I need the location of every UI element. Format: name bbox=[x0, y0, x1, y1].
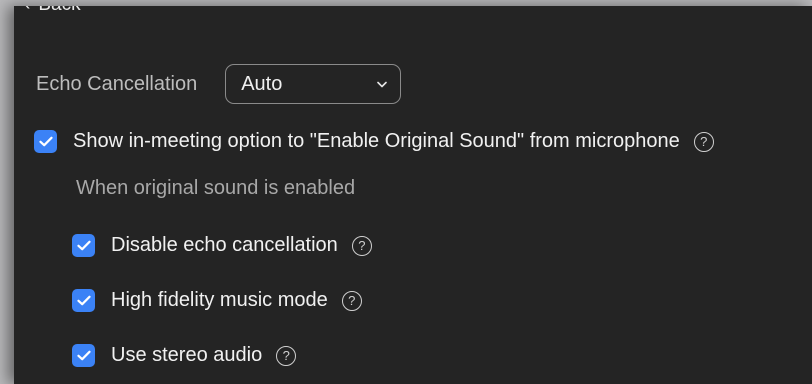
back-label: Back bbox=[38, 6, 80, 15]
checkmark-icon bbox=[76, 295, 91, 306]
disable-echo-cancellation-row: Disable echo cancellation ? bbox=[72, 234, 372, 257]
help-icon[interactable]: ? bbox=[276, 345, 297, 366]
echo-cancellation-select[interactable]: Auto bbox=[225, 64, 402, 104]
high-fidelity-music-mode-label: High fidelity music mode bbox=[111, 289, 328, 311]
original-sound-option-row: Show in-meeting option to "Enable Origin… bbox=[34, 130, 714, 153]
original-sound-checkbox[interactable] bbox=[34, 130, 57, 153]
disable-echo-cancellation-checkbox[interactable] bbox=[72, 234, 95, 257]
use-stereo-audio-checkbox[interactable] bbox=[72, 344, 95, 367]
checkmark-icon bbox=[76, 240, 91, 251]
original-sound-subheading: When original sound is enabled bbox=[76, 177, 356, 199]
checkmark-icon bbox=[38, 136, 53, 147]
audio-settings-panel: ‹ Back Echo Cancellation Auto Show in-mee… bbox=[14, 6, 812, 384]
echo-cancellation-label: Echo Cancellation bbox=[36, 72, 198, 95]
use-stereo-audio-row: Use stereo audio ? bbox=[72, 344, 297, 367]
echo-cancellation-row: Echo Cancellation Auto bbox=[36, 64, 402, 104]
high-fidelity-music-mode-row: High fidelity music mode ? bbox=[72, 289, 362, 312]
high-fidelity-music-mode-checkbox[interactable] bbox=[72, 289, 95, 312]
help-icon[interactable]: ? bbox=[351, 235, 372, 256]
disable-echo-cancellation-label: Disable echo cancellation bbox=[111, 234, 338, 256]
chevron-down-icon bbox=[376, 78, 388, 90]
help-icon[interactable]: ? bbox=[693, 131, 714, 152]
back-button[interactable]: ‹ Back bbox=[24, 6, 81, 16]
echo-cancellation-value: Auto bbox=[241, 72, 283, 95]
use-stereo-audio-label: Use stereo audio bbox=[111, 344, 263, 366]
chevron-left-icon: ‹ bbox=[24, 6, 30, 15]
original-sound-label: Show in-meeting option to "Enable Origin… bbox=[73, 130, 680, 152]
help-icon[interactable]: ? bbox=[341, 290, 362, 311]
checkmark-icon bbox=[76, 350, 91, 361]
